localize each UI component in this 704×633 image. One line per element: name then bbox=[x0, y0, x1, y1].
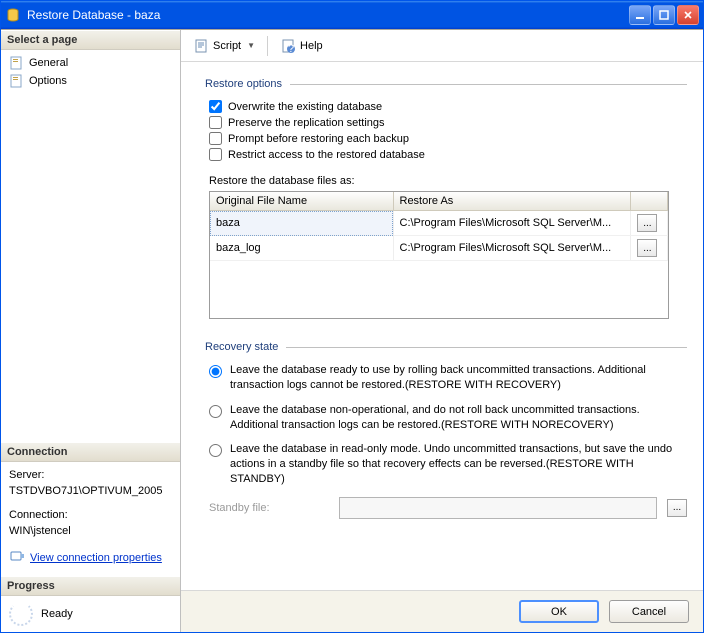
minimize-button[interactable] bbox=[629, 5, 651, 25]
help-label: Help bbox=[300, 40, 323, 52]
cell-restore-as: C:\Program Files\Microsoft SQL Server\M.… bbox=[393, 236, 631, 261]
browse-button[interactable]: ... bbox=[637, 239, 657, 257]
toolbar: Script ▼ ? Help bbox=[181, 30, 703, 62]
preserve-label: Preserve the replication settings bbox=[228, 117, 385, 129]
restrict-checkbox[interactable] bbox=[209, 148, 222, 161]
recovery-opt1-label: Leave the database ready to use by rolli… bbox=[230, 363, 687, 393]
recovery-with-standby-radio[interactable] bbox=[209, 444, 222, 457]
cancel-button[interactable]: Cancel bbox=[609, 600, 689, 623]
view-connection-properties-link[interactable]: View connection properties bbox=[30, 551, 162, 567]
progress-header: Progress bbox=[1, 576, 180, 596]
cell-original: baza_log bbox=[210, 236, 393, 261]
recovery-opt2-label: Leave the database non-operational, and … bbox=[230, 403, 687, 433]
progress-spinner-icon bbox=[9, 602, 33, 626]
recovery-opt3-label: Leave the database in read-only mode. Un… bbox=[230, 442, 687, 487]
standby-browse-button[interactable]: ... bbox=[667, 499, 687, 517]
svg-text:?: ? bbox=[288, 43, 294, 53]
recovery-with-recovery-radio[interactable] bbox=[209, 365, 222, 378]
page-icon bbox=[8, 73, 24, 89]
titlebar[interactable]: Restore Database - baza bbox=[1, 1, 703, 29]
connection-block: Server: TSTDVBO7J1\OPTIVUM_2005 Connecti… bbox=[1, 462, 180, 576]
standby-file-label: Standby file: bbox=[209, 502, 329, 514]
col-original[interactable]: Original File Name bbox=[210, 192, 393, 211]
table-row[interactable]: baza C:\Program Files\Microsoft SQL Serv… bbox=[210, 211, 668, 236]
page-label: General bbox=[29, 57, 68, 69]
page-label: Options bbox=[29, 75, 67, 87]
left-panel: Select a page General Options Connection… bbox=[1, 30, 181, 632]
script-button[interactable]: Script ▼ bbox=[189, 36, 259, 56]
script-label: Script bbox=[213, 40, 241, 52]
select-page-header: Select a page bbox=[1, 30, 180, 50]
help-icon: ? bbox=[280, 38, 296, 54]
recovery-state-group: Recovery state bbox=[205, 341, 278, 353]
footer: OK Cancel bbox=[181, 590, 703, 632]
server-label: Server: bbox=[9, 468, 172, 484]
preserve-checkbox[interactable] bbox=[209, 116, 222, 129]
standby-file-input bbox=[339, 497, 657, 519]
cell-original: baza bbox=[210, 211, 393, 236]
prompt-checkbox[interactable] bbox=[209, 132, 222, 145]
connection-value: WIN\jstencel bbox=[9, 524, 172, 540]
files-grid[interactable]: Original File Name Restore As baza C:\Pr… bbox=[209, 191, 669, 319]
right-panel: Script ▼ ? Help Restore options Overwrit… bbox=[181, 30, 703, 632]
overwrite-label: Overwrite the existing database bbox=[228, 101, 382, 113]
script-icon bbox=[193, 38, 209, 54]
window: Restore Database - baza Select a page Ge… bbox=[0, 0, 704, 633]
server-value: TSTDVBO7J1\OPTIVUM_2005 bbox=[9, 484, 172, 500]
connection-properties-icon bbox=[9, 548, 25, 570]
maximize-button[interactable] bbox=[653, 5, 675, 25]
connection-header: Connection bbox=[1, 442, 180, 462]
progress-status: Ready bbox=[41, 608, 73, 620]
col-restore-as[interactable]: Restore As bbox=[393, 192, 631, 211]
browse-button[interactable]: ... bbox=[637, 214, 657, 232]
page-item-options[interactable]: Options bbox=[5, 72, 176, 90]
table-row[interactable]: baza_log C:\Program Files\Microsoft SQL … bbox=[210, 236, 668, 261]
restore-options-group: Restore options bbox=[205, 78, 282, 90]
prompt-label: Prompt before restoring each backup bbox=[228, 133, 409, 145]
window-title: Restore Database - baza bbox=[27, 8, 629, 22]
connection-label: Connection: bbox=[9, 508, 172, 524]
cell-restore-as: C:\Program Files\Microsoft SQL Server\M.… bbox=[393, 211, 631, 236]
help-button[interactable]: ? Help bbox=[276, 36, 327, 56]
page-item-general[interactable]: General bbox=[5, 54, 176, 72]
restore-files-label: Restore the database files as: bbox=[209, 175, 687, 187]
close-button[interactable] bbox=[677, 5, 699, 25]
database-icon bbox=[5, 7, 21, 23]
ok-button[interactable]: OK bbox=[519, 600, 599, 623]
restrict-label: Restrict access to the restored database bbox=[228, 149, 425, 161]
page-icon bbox=[8, 55, 24, 71]
chevron-down-icon: ▼ bbox=[247, 41, 255, 50]
recovery-with-norecovery-radio[interactable] bbox=[209, 405, 222, 418]
overwrite-checkbox[interactable] bbox=[209, 100, 222, 113]
